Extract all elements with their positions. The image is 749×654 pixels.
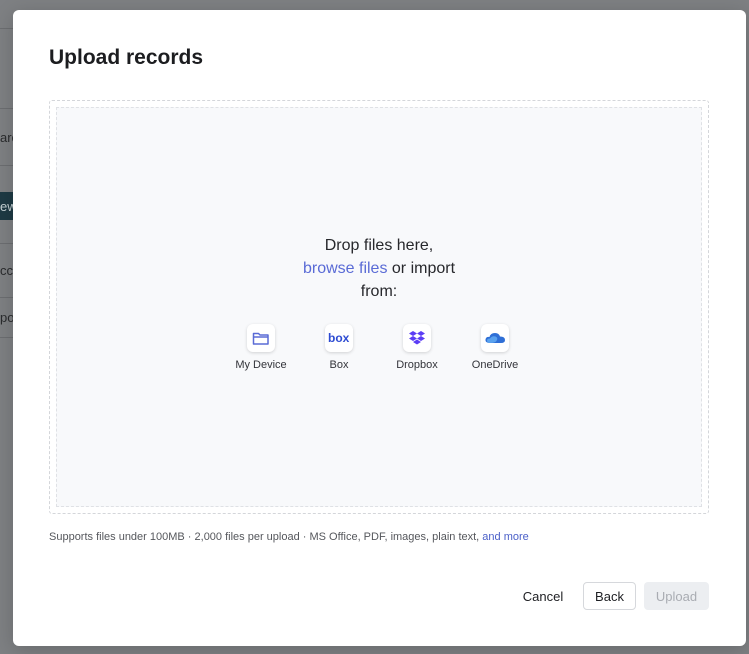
drop-line-1: Drop files here,: [324, 237, 434, 254]
dropzone-inner: Drop files here, browse files or import …: [56, 107, 702, 507]
back-button[interactable]: Back: [583, 582, 636, 610]
onedrive-logo-icon: [481, 324, 509, 352]
upload-button[interactable]: Upload: [644, 582, 709, 610]
source-label: OneDrive: [471, 359, 519, 371]
dropbox-logo-icon: [403, 324, 431, 352]
browse-files-link[interactable]: browse files: [303, 260, 387, 277]
source-box[interactable]: box Box: [299, 324, 379, 371]
upload-dialog: Upload records Drop files here, browse f…: [13, 10, 746, 646]
dropzone[interactable]: Drop files here, browse files or import …: [49, 100, 709, 514]
folder-icon: [247, 324, 275, 352]
background-button: ew: [0, 192, 17, 220]
background-text: cc: [0, 263, 13, 278]
drop-line-3: from:: [360, 283, 398, 300]
source-dropbox[interactable]: Dropbox: [377, 324, 457, 371]
cancel-button[interactable]: Cancel: [513, 582, 573, 610]
import-sources: My Device box Box Dropbox OneDrive: [57, 324, 701, 384]
drop-instructions: Drop files here, browse files or import …: [57, 234, 701, 303]
dialog-title: Upload records: [49, 46, 204, 69]
svg-text:box: box: [328, 332, 350, 344]
source-label: Box: [329, 359, 349, 371]
drop-line-2-rest: or import: [387, 260, 456, 277]
source-label: Dropbox: [396, 359, 438, 371]
upload-limits-note: Supports files under 100MB · 2,000 files…: [49, 531, 529, 543]
and-more-link[interactable]: and more: [482, 531, 528, 543]
source-label: My Device: [235, 359, 287, 371]
source-my-device[interactable]: My Device: [221, 324, 301, 371]
box-logo-icon: box: [325, 324, 353, 352]
source-onedrive[interactable]: OneDrive: [455, 324, 535, 371]
limits-text: Supports files under 100MB · 2,000 files…: [49, 531, 483, 543]
drop-line-2: browse files or import: [57, 257, 701, 280]
